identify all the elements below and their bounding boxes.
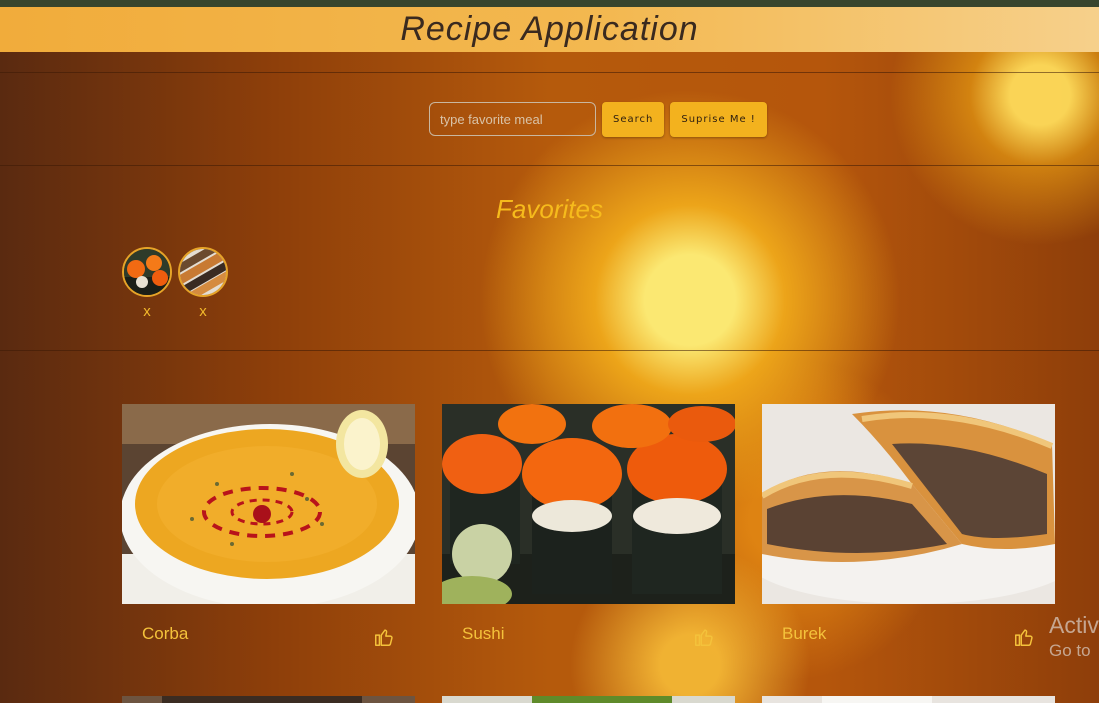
sushi-image — [442, 404, 735, 604]
meal-card: Corba — [122, 404, 415, 670]
thumbs-up-icon[interactable] — [373, 626, 395, 648]
meal-image — [122, 404, 415, 604]
meal-image — [442, 696, 735, 703]
meal-card-footer: Burek — [762, 604, 1055, 670]
meal-card: Burek — [762, 404, 1055, 670]
remove-favorite-button[interactable]: x — [143, 303, 151, 320]
favorite-thumbnail[interactable] — [122, 247, 172, 297]
sushi-image — [124, 249, 170, 295]
favorite-thumbnail[interactable] — [178, 247, 228, 297]
meal-name: Burek — [782, 624, 827, 643]
app-title: Recipe Application — [400, 10, 699, 48]
meal-card-partial — [762, 692, 1055, 703]
meal-image — [762, 404, 1055, 604]
top-strip — [0, 0, 1099, 7]
meal-card-footer: Corba — [122, 604, 415, 670]
soup-image — [122, 404, 415, 604]
watermark-line-1: Activ — [1049, 612, 1099, 638]
thumbs-up-icon[interactable] — [693, 626, 715, 648]
meal-card-partial — [442, 692, 735, 703]
surprise-me-button[interactable]: Suprise Me ! — [670, 102, 767, 137]
meal-card: Sushi — [442, 404, 735, 670]
meal-card-footer: Sushi — [442, 604, 735, 670]
meal-image — [442, 404, 735, 604]
search-input[interactable] — [429, 102, 596, 136]
thumbs-up-icon[interactable] — [1013, 626, 1035, 648]
meal-name: Corba — [142, 624, 189, 643]
divider — [0, 165, 1099, 166]
meal-image — [762, 696, 1055, 703]
watermark-line-2: Go to — [1049, 641, 1091, 660]
favorite-item-sushi: x — [122, 247, 172, 320]
favorites-heading: Favorites — [496, 194, 603, 224]
favorites-list: x x — [122, 247, 228, 320]
search-button[interactable]: Search — [602, 102, 665, 137]
meal-name: Sushi — [462, 624, 505, 643]
divider — [0, 350, 1099, 351]
meal-card-partial — [122, 692, 415, 703]
burek-image — [762, 404, 1055, 604]
divider — [0, 72, 1099, 73]
remove-favorite-button[interactable]: x — [199, 303, 207, 320]
app-header: Recipe Application — [0, 7, 1099, 52]
meal-image — [122, 696, 415, 703]
favorite-item-burek: x — [178, 247, 228, 320]
search-bar: Search Suprise Me ! — [429, 102, 767, 137]
burek-image — [180, 249, 226, 295]
os-activation-watermark: Activ Go to — [1049, 612, 1099, 661]
